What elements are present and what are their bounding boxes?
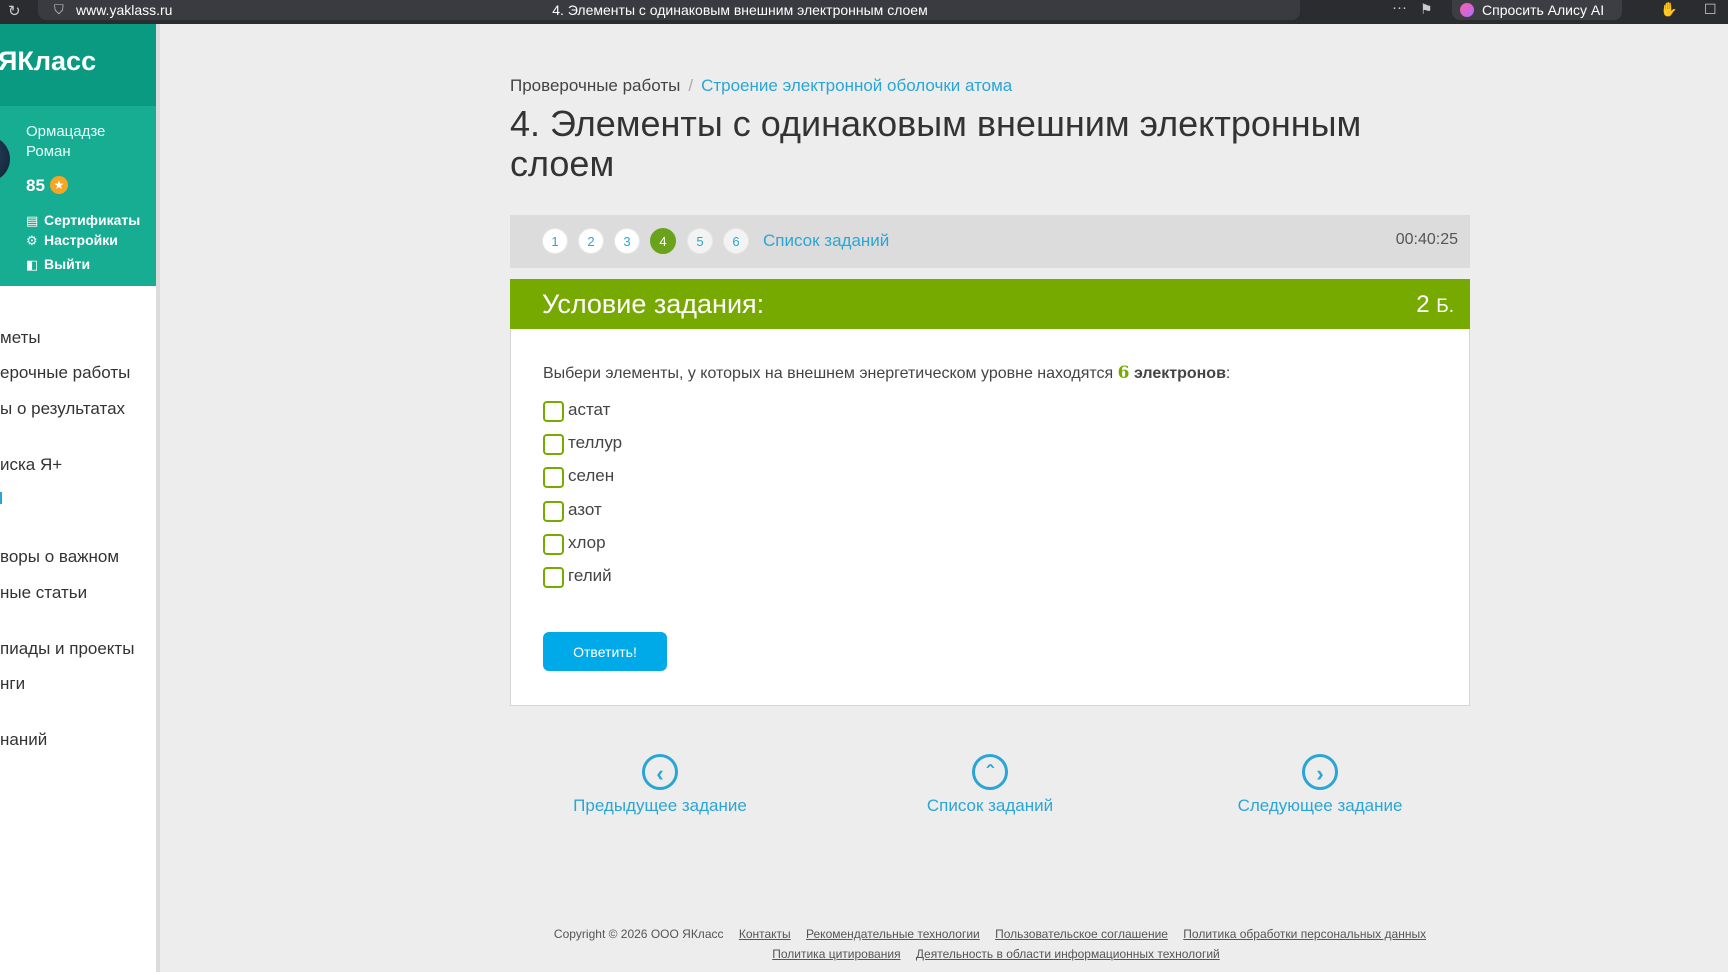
task-list-label[interactable]: Список заданий <box>860 796 1120 816</box>
sidebar-item-subscription[interactable]: иска Я+ <box>0 455 62 475</box>
more-icon[interactable]: ··· <box>1392 0 1407 16</box>
footer-link-citation[interactable]: Политика цитирования <box>772 947 900 961</box>
checkbox[interactable] <box>543 567 564 588</box>
checkbox[interactable] <box>543 467 564 488</box>
option-label[interactable]: теллур <box>568 433 622 453</box>
task-number-5[interactable]: 5 <box>687 228 713 254</box>
task-list-button[interactable]: ˆ Список заданий <box>860 754 1120 816</box>
breadcrumb-current[interactable]: Строение электронной оболочки атома <box>701 76 1012 95</box>
chevron-up-icon[interactable]: ˆ <box>972 754 1008 790</box>
task-number-1[interactable]: 1 <box>542 228 568 254</box>
chevron-left-icon[interactable]: ‹ <box>642 754 678 790</box>
points-value: 85 <box>26 176 45 195</box>
copyright: Copyright © 2026 ООО ЯКласс <box>553 927 724 941</box>
checkbox[interactable] <box>543 501 564 522</box>
sidebar-item-knowledge[interactable]: наний <box>0 730 47 750</box>
task-number-4[interactable]: 4 <box>650 228 676 254</box>
sidebar-item-subjects[interactable]: меты <box>0 328 41 348</box>
exit-icon: ◧ <box>26 257 39 272</box>
user-panel: Ормацадзе Роман 85 ★ ▤ Сертификаты ⚙ Настр… <box>0 106 156 286</box>
certificates-link[interactable]: ▤ Сертификаты <box>26 212 140 229</box>
option-label[interactable]: гелий <box>568 566 612 586</box>
footer: Copyright © 2026 ООО ЯКласс Контакты Рек… <box>510 927 1470 961</box>
logout-link[interactable]: ◧ Выйти <box>26 256 90 273</box>
sidebar-item-results[interactable]: ы о результатах <box>0 399 125 419</box>
settings-link[interactable]: ⚙ Настройки <box>26 232 118 249</box>
question-post: : <box>1225 365 1231 382</box>
footer-line-2: Политика цитирования Деятельность в обла… <box>510 947 1470 961</box>
option-label[interactable]: азот <box>568 500 602 520</box>
avatar[interactable] <box>0 136 10 182</box>
task-card-body: Выбери элементы, у которых на внешнем эн… <box>510 329 1470 706</box>
option-label[interactable]: хлор <box>568 533 606 553</box>
option-label[interactable]: астат <box>568 400 610 420</box>
question-text: Выбери элементы, у которых на внешнем эн… <box>543 363 1230 383</box>
footer-line-1: Copyright © 2026 ООО ЯКласс Контакты Рек… <box>510 927 1470 941</box>
task-points: 2 Б. <box>1416 291 1454 319</box>
breadcrumb: Проверочные работы / Строение электронной … <box>510 76 1012 96</box>
extension-icon[interactable]: ✋ <box>1660 1 1677 18</box>
page-title: 4. Элементы с одинаковым внешним электро… <box>510 103 1362 184</box>
task-points-unit: Б. <box>1436 296 1454 317</box>
sidebar-marker <box>0 492 2 504</box>
alice-icon <box>1460 3 1474 17</box>
task-card-heading: Условие задания: <box>542 289 765 319</box>
question-bold: электронов <box>1129 365 1226 382</box>
task-number-2[interactable]: 2 <box>578 228 604 254</box>
logo[interactable]: ЯКласс <box>0 46 96 77</box>
task-points-value: 2 <box>1416 291 1430 318</box>
checkbox[interactable] <box>543 534 564 555</box>
tab-title: 4. Элементы с одинаковым внешним электро… <box>552 2 928 18</box>
task-number-6[interactable]: 6 <box>723 228 749 254</box>
next-task-button[interactable]: › Следующее задание <box>1190 754 1450 816</box>
gear-icon: ⚙ <box>26 233 38 248</box>
bookmark-icon[interactable]: ⚑ <box>1420 1 1433 18</box>
certificates-label: Сертификаты <box>44 212 141 228</box>
breadcrumb-root[interactable]: Проверочные работы <box>510 76 680 95</box>
star-icon: ★ <box>50 176 68 194</box>
breadcrumb-separator: / <box>688 76 694 95</box>
logout-label: Выйти <box>44 256 91 272</box>
footer-link-agreement[interactable]: Пользовательское соглашение <box>995 927 1168 941</box>
sidebar-item-ratings[interactable]: нги <box>0 674 25 694</box>
footer-link-privacy[interactable]: Политика обработки персональных данных <box>1183 927 1426 941</box>
settings-label: Настройки <box>44 232 118 248</box>
task-number-3[interactable]: 3 <box>614 228 640 254</box>
answer-button[interactable]: Ответить! <box>543 632 667 671</box>
task-list-link[interactable]: Список заданий <box>763 231 889 251</box>
chat-icon[interactable]: ☐ <box>1704 1 1717 18</box>
question-pre: Выбери элементы, у которых на внешнем эн… <box>543 365 1118 382</box>
chevron-right-icon[interactable]: › <box>1302 754 1338 790</box>
user-name[interactable]: Ормацадзе Роман <box>26 122 146 162</box>
question-number: 6 <box>1117 363 1130 383</box>
task-selector: 1 2 3 4 5 6 Список заданий 00:40:25 <box>510 215 1470 268</box>
sidebar-item-tests[interactable]: ерочные работы <box>0 363 130 383</box>
sidebar-item-olympiads[interactable]: пиады и проекты <box>0 639 134 659</box>
checkbox[interactable] <box>543 434 564 455</box>
sidebar-item-articles[interactable]: ные статьи <box>0 583 87 603</box>
next-task-label[interactable]: Следующее задание <box>1190 796 1450 816</box>
footer-link-it-activity[interactable]: Деятельность в области информационных те… <box>916 947 1220 961</box>
checkbox[interactable] <box>543 401 564 422</box>
ask-alice-button[interactable]: Спросить Алису AI <box>1452 0 1622 20</box>
timer: 00:40:25 <box>1395 231 1458 248</box>
sidebar-item-talks[interactable]: воры о важном <box>0 547 119 567</box>
option-label[interactable]: селен <box>568 466 614 486</box>
task-card-header: Условие задания: 2 Б. <box>510 279 1470 329</box>
certificate-icon: ▤ <box>26 213 39 228</box>
prev-task-label[interactable]: Предыдущее задание <box>530 796 790 816</box>
logo-area: ЯКласс <box>0 24 156 106</box>
footer-link-contacts[interactable]: Контакты <box>739 927 791 941</box>
ask-alice-label: Спросить Алису AI <box>1482 2 1605 18</box>
footer-link-recommendations[interactable]: Рекомендательные технологии <box>806 927 980 941</box>
sidebar: ЯКласс Ормацадзе Роман 85 ★ ▤ Сертификаты… <box>0 24 160 972</box>
prev-task-button[interactable]: ‹ Предыдущее задание <box>530 754 790 816</box>
browser-toolbar: ↻ ⛉ www.yaklass.ru 4. Элементы с одинако… <box>0 0 1728 24</box>
